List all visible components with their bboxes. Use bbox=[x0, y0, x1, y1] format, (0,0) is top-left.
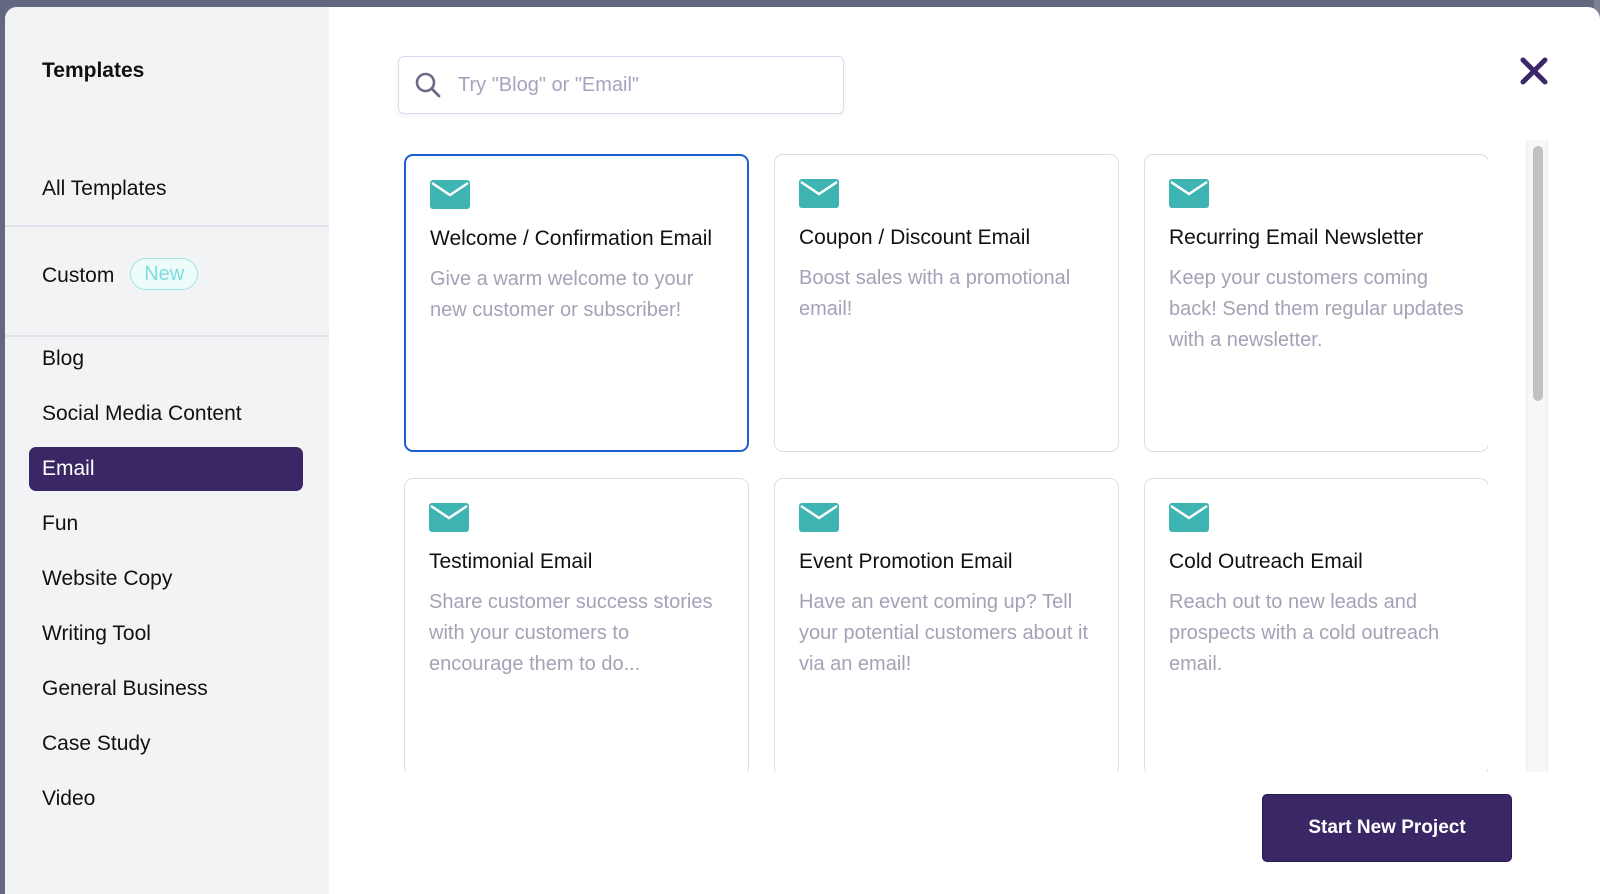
search-icon bbox=[415, 72, 441, 98]
sidebar-divider bbox=[5, 225, 329, 227]
sidebar-item-case-study[interactable]: Case Study bbox=[29, 722, 303, 766]
template-title: Recurring Email Newsletter bbox=[1169, 226, 1424, 249]
template-description: Reach out to new leads and prospects wit… bbox=[1169, 591, 1440, 675]
template-card[interactable]: Welcome / Confirmation Email Give a warm… bbox=[404, 154, 749, 452]
sidebar-item-label: General Business bbox=[42, 677, 208, 700]
mail-icon bbox=[1169, 179, 1209, 208]
template-description: Give a warm welcome to your new customer… bbox=[430, 268, 694, 321]
sidebar-item-label: Custom bbox=[42, 264, 115, 287]
template-grid: Welcome / Confirmation Email Give a warm… bbox=[398, 150, 1488, 772]
template-card[interactable]: Recurring Email Newsletter Keep your cus… bbox=[1144, 154, 1488, 452]
sidebar-item-video[interactable]: Video bbox=[29, 777, 303, 821]
sidebar-item-label: Website Copy bbox=[42, 567, 173, 590]
new-badge: New bbox=[130, 258, 199, 291]
sidebar-item-label: Email bbox=[42, 457, 95, 480]
sidebar-item-label: Fun bbox=[42, 512, 79, 535]
scrollbar-thumb[interactable] bbox=[1533, 146, 1543, 401]
close-icon bbox=[1520, 57, 1548, 85]
sidebar-item-fun[interactable]: Fun bbox=[29, 502, 303, 546]
sidebar-item-writing-tool[interactable]: Writing Tool bbox=[29, 612, 303, 656]
template-title: Event Promotion Email bbox=[799, 550, 1013, 573]
sidebar-title: Templates bbox=[42, 59, 145, 82]
mail-icon bbox=[1169, 503, 1209, 532]
mail-icon bbox=[430, 180, 470, 209]
template-title: Welcome / Confirmation Email bbox=[430, 227, 713, 250]
template-card[interactable]: Testimonial Email Share customer success… bbox=[404, 478, 749, 772]
sidebar-item-general-business[interactable]: General Business bbox=[29, 667, 303, 711]
mail-icon bbox=[799, 179, 839, 208]
sidebar-item-label: All Templates bbox=[42, 177, 167, 200]
template-description: Keep your customers coming back! Send th… bbox=[1169, 267, 1464, 351]
template-card[interactable]: Coupon / Discount Email Boost sales with… bbox=[774, 154, 1119, 452]
sidebar-item-custom[interactable]: Custom New bbox=[29, 254, 303, 298]
scrollbar[interactable] bbox=[1526, 140, 1548, 772]
template-title: Cold Outreach Email bbox=[1169, 550, 1363, 573]
sidebar-item-label: Blog bbox=[42, 347, 85, 370]
sidebar-item-label: Writing Tool bbox=[42, 622, 151, 645]
search-box[interactable] bbox=[398, 56, 844, 114]
close-button[interactable] bbox=[1516, 53, 1552, 89]
sidebar-item-all-templates[interactable]: All Templates bbox=[29, 167, 303, 211]
template-description: Boost sales with a promotional email! bbox=[799, 267, 1071, 320]
template-title: Testimonial Email bbox=[429, 550, 593, 573]
mail-icon bbox=[799, 503, 839, 532]
start-new-project-button[interactable]: Start New Project bbox=[1262, 794, 1512, 862]
sidebar-item-social-media-content[interactable]: Social Media Content bbox=[29, 392, 303, 436]
sidebar-item-label: Video bbox=[42, 787, 96, 810]
template-card[interactable]: Cold Outreach Email Reach out to new lea… bbox=[1144, 478, 1488, 772]
sidebar-item-blog[interactable]: Blog bbox=[29, 337, 303, 381]
template-description: Share customer success stories with your… bbox=[429, 591, 713, 675]
template-description: Have an event coming up? Tell your poten… bbox=[799, 591, 1089, 675]
sidebar-item-email[interactable]: Email bbox=[29, 447, 303, 491]
sidebar: Templates All Templates Custom New Blog … bbox=[5, 7, 329, 894]
sidebar-item-website-copy[interactable]: Website Copy bbox=[29, 557, 303, 601]
mail-icon bbox=[429, 503, 469, 532]
sidebar-item-label: Social Media Content bbox=[42, 402, 242, 425]
sidebar-item-label: Case Study bbox=[42, 732, 151, 755]
search-input[interactable] bbox=[458, 73, 818, 97]
template-title: Coupon / Discount Email bbox=[799, 226, 1031, 249]
template-card[interactable]: Event Promotion Email Have an event comi… bbox=[774, 478, 1119, 772]
